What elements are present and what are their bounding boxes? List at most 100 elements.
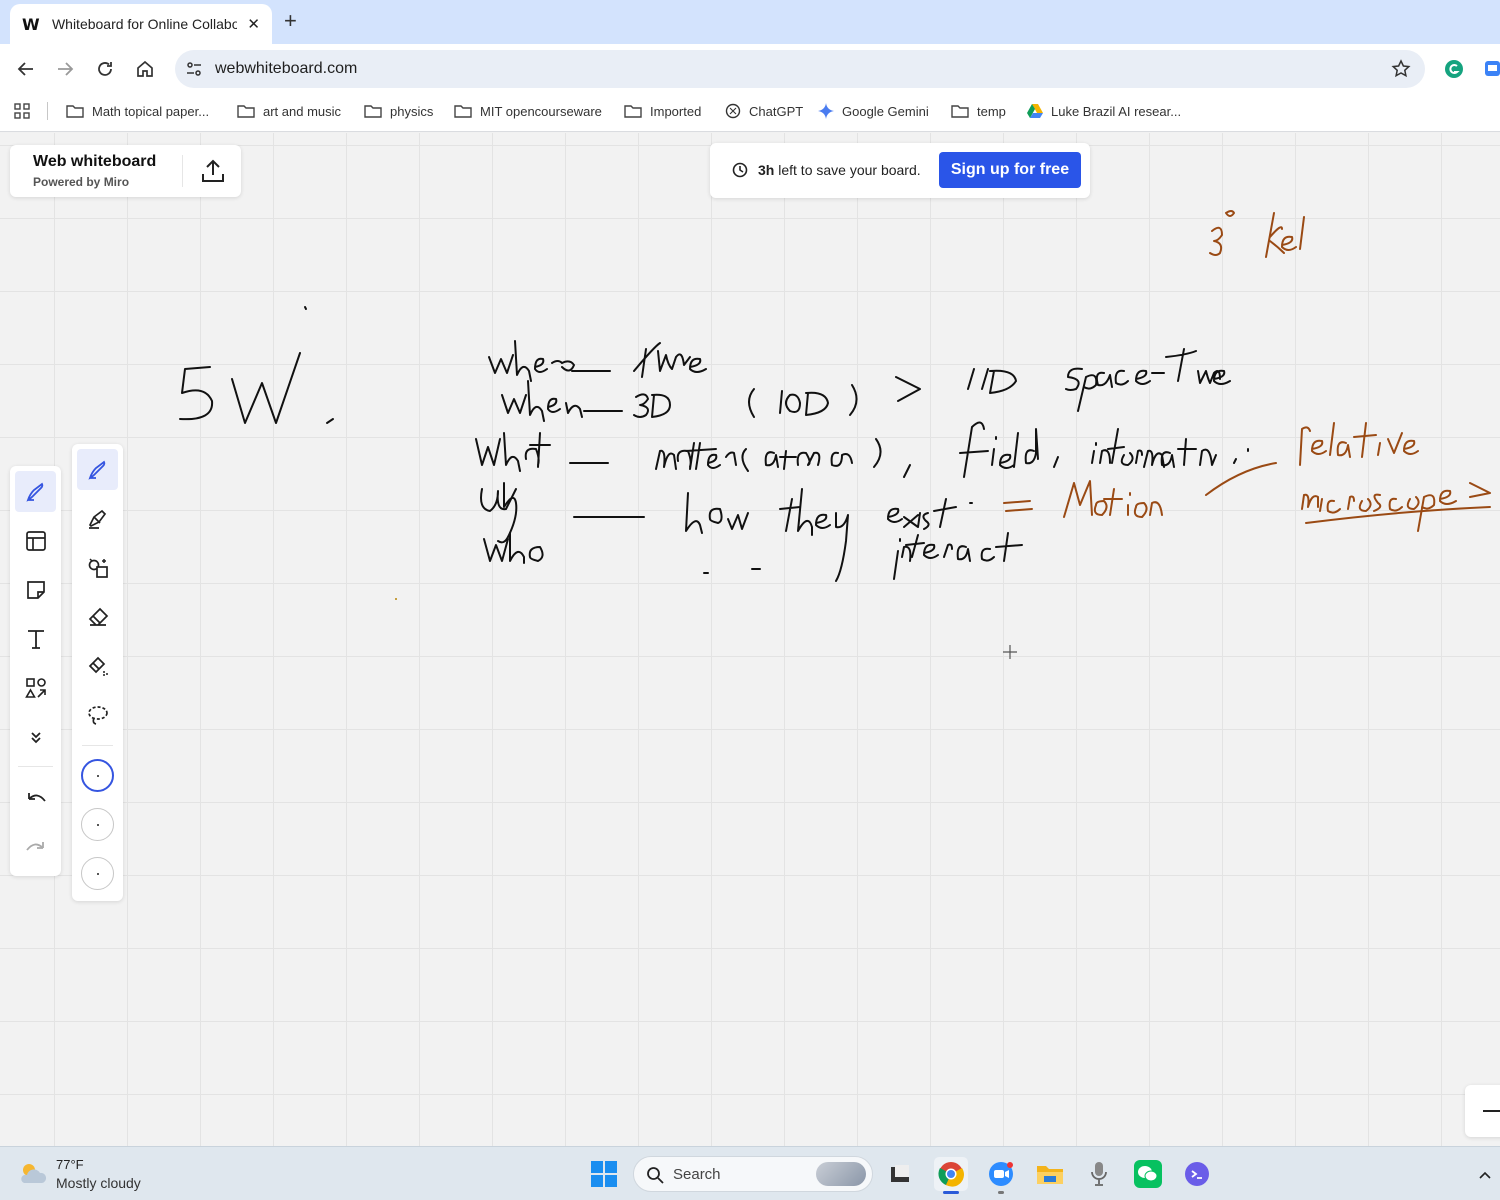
new-tab-button[interactable]: +	[284, 10, 297, 32]
tab-close-icon[interactable]: ✕	[247, 15, 260, 33]
file-explorer-app-icon[interactable]	[883, 1157, 917, 1191]
folder-icon	[951, 105, 969, 118]
url-text[interactable]: webwhiteboard.com	[215, 60, 357, 78]
bookmark-imported[interactable]: Imported	[624, 94, 701, 128]
bookmark-art-and-music[interactable]: art and music	[237, 94, 341, 128]
object-eraser-button[interactable]	[77, 645, 118, 686]
bookmark-label: ChatGPT	[749, 103, 804, 119]
bookmarks-bar: Math topical paper... art and music phys…	[0, 94, 1500, 132]
taskbar: 77°F Mostly cloudy Search	[0, 1146, 1500, 1200]
pen-option-button[interactable]	[77, 449, 118, 490]
minus-icon	[1483, 1110, 1500, 1112]
chrome-app-icon[interactable]	[934, 1157, 968, 1194]
back-icon[interactable]	[14, 57, 38, 81]
save-banner: 3h left to save your board. Sign up for …	[710, 143, 1090, 198]
google-drive-icon	[1027, 104, 1043, 118]
text-icon	[27, 629, 44, 649]
forward-icon[interactable]	[53, 57, 77, 81]
folder-app-icon[interactable]	[1033, 1157, 1067, 1191]
active-app-indicator	[943, 1191, 959, 1194]
bookmark-star-icon[interactable]	[1391, 59, 1411, 84]
sticky-note-button[interactable]	[15, 569, 56, 610]
browser-tab[interactable]: W Whiteboard for Online Collabor ✕	[10, 4, 272, 44]
sign-up-button[interactable]: Sign up for free	[939, 152, 1081, 188]
bookmarks-divider	[47, 102, 48, 120]
bookmark-label: MIT opencourseware	[480, 103, 602, 119]
brand-panel: Web whiteboard Powered by Miro	[10, 145, 241, 197]
object-eraser-icon	[88, 656, 108, 676]
hours-left: 3h	[758, 162, 775, 178]
eraser-icon	[88, 607, 108, 626]
weather-condition[interactable]: Mostly cloudy	[56, 1175, 141, 1191]
bookmark-luke-brazil[interactable]: Luke Brazil AI resear...	[1027, 94, 1181, 128]
bookmark-label: physics	[390, 103, 434, 119]
running-app-indicator	[998, 1191, 1004, 1194]
cloudy-weather-icon[interactable]	[18, 1161, 48, 1192]
smart-draw-icon	[88, 557, 108, 578]
more-tools-button[interactable]	[15, 716, 56, 757]
pen-tool-button[interactable]	[15, 471, 56, 512]
save-message: 3h left to save your board.	[758, 162, 921, 178]
frame-tool-button[interactable]	[15, 520, 56, 561]
board-title: Web whiteboard	[33, 153, 157, 170]
bookmark-chatgpt[interactable]: ChatGPT	[725, 94, 803, 128]
export-icon[interactable]	[200, 158, 226, 189]
tab-title: Whiteboard for Online Collabor	[51, 16, 238, 32]
wechat-app-icon[interactable]	[1131, 1157, 1165, 1191]
terminal-app-icon[interactable]	[1180, 1157, 1214, 1191]
gemini-icon	[818, 103, 834, 119]
eraser-button[interactable]	[77, 596, 118, 637]
search-icon	[646, 1166, 664, 1189]
extension-icon[interactable]	[1484, 59, 1500, 84]
zoom-app-icon[interactable]	[984, 1157, 1018, 1194]
folder-icon	[364, 105, 382, 118]
redo-button[interactable]	[15, 828, 56, 869]
undo-icon	[27, 792, 46, 802]
toolbar-divider	[18, 766, 53, 767]
pen-icon	[87, 460, 105, 480]
shapes-icon	[24, 677, 46, 698]
site-settings-icon[interactable]	[185, 60, 203, 83]
stroke-size-thin[interactable]	[81, 759, 114, 792]
pen-icon	[25, 482, 43, 502]
bookmark-label: Math topical paper...	[92, 103, 210, 119]
grammarly-extension-icon[interactable]	[1444, 59, 1464, 84]
folder-icon	[237, 105, 255, 118]
zoom-out-button[interactable]	[1465, 1085, 1500, 1137]
powered-by: Powered by Miro	[33, 175, 130, 189]
pen-options-panel	[72, 444, 123, 901]
undo-button[interactable]	[15, 779, 56, 820]
microphone-app-icon[interactable]	[1082, 1157, 1116, 1191]
chevron-up-icon[interactable]	[1478, 1167, 1492, 1185]
lasso-button[interactable]	[77, 694, 118, 735]
chatgpt-icon	[725, 103, 741, 119]
bookmark-temp[interactable]: temp	[951, 94, 1006, 128]
taskbar-search[interactable]: Search	[633, 1156, 873, 1192]
folder-icon	[454, 105, 472, 118]
apps-grid-icon[interactable]	[14, 94, 38, 128]
windows-start-icon[interactable]	[591, 1161, 617, 1192]
shapes-tool-button[interactable]	[15, 667, 56, 708]
text-tool-button[interactable]	[15, 618, 56, 659]
save-message-text: left to save your board.	[774, 162, 921, 178]
search-label: Search	[673, 1166, 721, 1183]
whiteboard-canvas[interactable]: Web whiteboard Powered by Miro 3h left t…	[0, 133, 1500, 1146]
bookmark-label: Luke Brazil AI resear...	[1051, 103, 1182, 119]
bookmark-label: temp	[977, 103, 1006, 119]
bookmark-google-gemini[interactable]: Google Gemini	[818, 94, 929, 128]
smart-draw-button[interactable]	[77, 547, 118, 588]
bookmark-physics[interactable]: physics	[364, 94, 433, 128]
weather-temperature[interactable]: 77°F	[56, 1157, 84, 1172]
reload-icon[interactable]	[93, 57, 117, 81]
sticky-note-icon	[26, 580, 45, 599]
bookmark-math-topical[interactable]: Math topical paper...	[66, 94, 209, 128]
stroke-size-thick[interactable]	[81, 857, 114, 890]
address-bar[interactable]: webwhiteboard.com	[175, 50, 1425, 88]
stroke-size-medium[interactable]	[81, 808, 114, 841]
bookmark-mit-opencourseware[interactable]: MIT opencourseware	[454, 94, 602, 128]
home-icon[interactable]	[133, 57, 157, 81]
browser-toolbar: webwhiteboard.com	[0, 44, 1500, 94]
pen-panel-divider	[82, 745, 113, 746]
highlighter-button[interactable]	[77, 498, 118, 539]
bookmark-label: Imported	[650, 103, 702, 119]
